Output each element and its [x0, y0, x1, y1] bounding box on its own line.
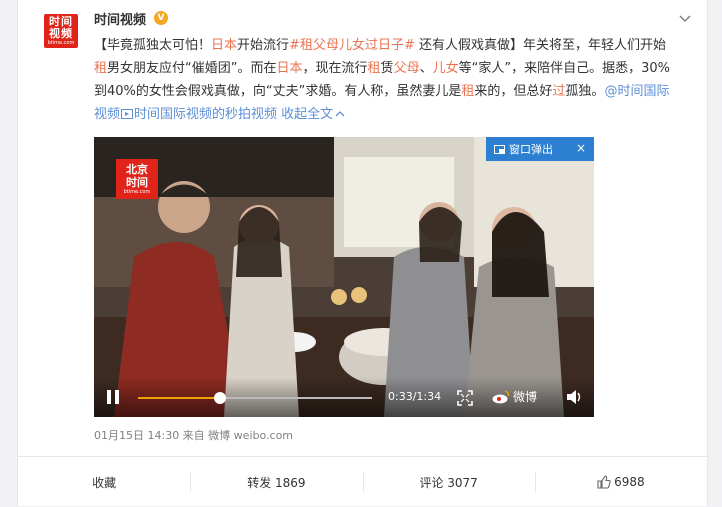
channel-watermark-logo: 北京 时间 btime.com — [116, 159, 158, 199]
text-segment: 【毕竟孤独太可怕！ — [94, 38, 212, 53]
text-segment: 男女朋友应付“催婚团”。而在 — [107, 61, 277, 76]
keyword-highlight: 父母 — [393, 61, 420, 76]
popout-icon — [494, 144, 505, 154]
post-meta: 01月15日 14:30 来自 微博 weibo.com — [94, 429, 294, 442]
keyword-highlight: 日本 — [276, 61, 303, 76]
progress-fill — [138, 397, 220, 399]
text-segment: 赁 — [380, 61, 394, 76]
comment-button[interactable]: 评论 3077 — [362, 457, 535, 507]
keyword-highlight: 租 — [367, 61, 381, 76]
text-segment: 来的，但总好 — [474, 84, 553, 99]
chevron-down-icon[interactable] — [677, 10, 693, 26]
video-player[interactable]: 北京 时间 btime.com 窗口弹出 × 0:33/1:34 微博 — [94, 137, 594, 417]
comment-label: 评论 3077 — [419, 475, 478, 490]
avatar-text: 时间 视频 — [49, 15, 73, 40]
keyword-highlight: 租 — [94, 61, 108, 76]
collapse-text-link[interactable]: 收起全文 — [281, 107, 333, 122]
video-time: 0:33/1:34 — [388, 390, 442, 403]
author-avatar[interactable]: 时间 视频 btime.com — [44, 14, 78, 48]
video-frame-image — [94, 137, 594, 417]
weibo-watermark: 微博 — [492, 388, 537, 405]
weibo-icon — [492, 389, 510, 403]
verified-badge-icon: V — [154, 11, 168, 25]
keyword-highlight: 日本 — [211, 38, 238, 53]
repost-button[interactable]: 转发 1869 — [190, 457, 362, 507]
action-bar: 收藏 转发 1869 评论 3077 6988 — [18, 456, 707, 507]
weibo-label: 微博 — [513, 390, 538, 404]
like-count: 6988 — [614, 475, 645, 489]
thumbs-up-icon — [597, 475, 611, 489]
video-icon — [121, 109, 134, 119]
close-icon[interactable]: × — [576, 141, 586, 155]
keyword-highlight: 儿女 — [432, 61, 459, 76]
text-segment: 、 — [419, 61, 433, 76]
keyword-highlight: 租 — [461, 84, 475, 99]
keyword-highlight: 过 — [552, 84, 566, 99]
post-text: 【毕竟孤独太可怕！日本开始流行#租父母儿女过日子# 还有人假戏真做】年关将至，年… — [94, 34, 674, 126]
like-button[interactable]: 6988 — [534, 457, 707, 507]
text-segment: 还有人假戏真做】年关将至，年轻人们开始 — [414, 38, 666, 53]
video-source-link[interactable]: 时间国际视频的秒拍视频 — [134, 107, 277, 122]
text-segment: 孤独。 — [565, 84, 605, 99]
repost-label: 转发 1869 — [247, 475, 306, 490]
popout-window-button[interactable]: 窗口弹出 × — [486, 137, 594, 161]
progress-bar[interactable] — [138, 392, 372, 404]
chevron-up-icon[interactable] — [335, 110, 345, 118]
text-segment: 开始流行 — [237, 38, 290, 53]
avatar-sub: btime.com — [47, 40, 75, 46]
pause-icon[interactable] — [106, 389, 120, 405]
volume-icon[interactable] — [566, 389, 584, 405]
author-name[interactable]: 时间视频 — [94, 9, 146, 28]
text-segment: ，现在流行 — [302, 61, 368, 76]
watermark-text: 北京 时间 — [126, 163, 148, 189]
progress-knob[interactable] — [213, 392, 226, 404]
popout-label: 窗口弹出 — [509, 143, 553, 156]
hashtag-link[interactable]: #租父母儿女过日子# — [289, 38, 415, 53]
favorite-button[interactable]: 收藏 — [18, 457, 190, 507]
fullscreen-icon[interactable] — [457, 390, 473, 406]
video-controls: 0:33/1:34 微博 — [94, 377, 594, 417]
weibo-post-card: 时间 视频 btime.com 时间视频 V 【毕竟孤独太可怕！日本开始流行#租父… — [17, 0, 708, 506]
favorite-label: 收藏 — [92, 475, 117, 490]
watermark-sub: btime.com — [123, 189, 151, 195]
